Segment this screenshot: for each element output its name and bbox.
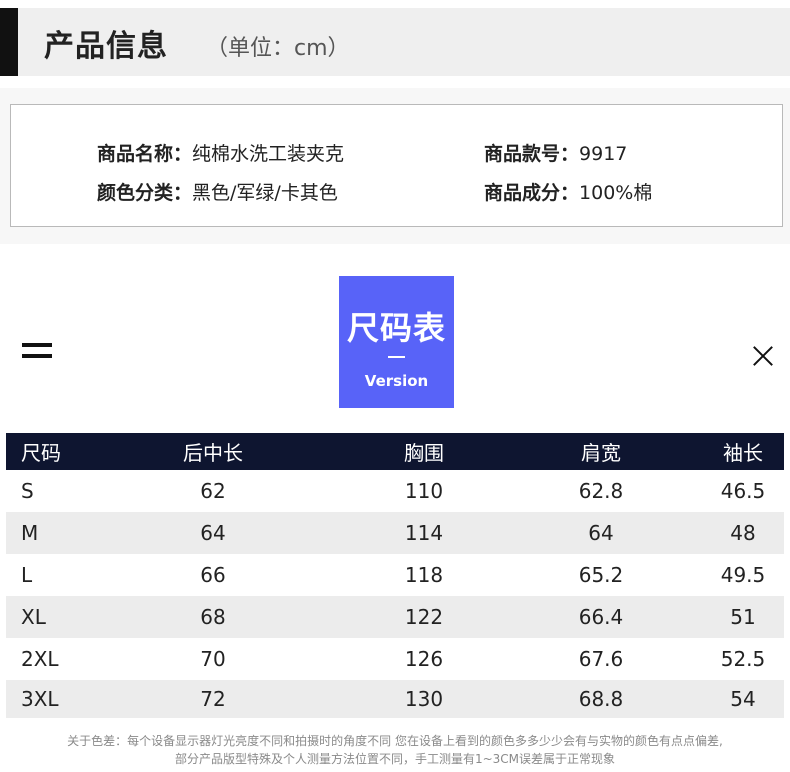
size-chart-badge: 尺码表 Version (339, 276, 454, 408)
measurement-disclaimer-note: 部分产品版型特殊及个人测量方法位置不同，手工测量有1~3CM误差属于正常现象 (174, 752, 616, 766)
material-row: 商品成分：100%棉 (484, 178, 652, 205)
cell-sleeve: 49.5 (720, 563, 766, 587)
cell-shoulder: 67.6 (578, 647, 624, 671)
table-row: S 62 110 62.8 46.5 (6, 470, 784, 512)
unit-label: （单位：cm） (206, 36, 350, 61)
cell-shoulder: 65.2 (578, 563, 624, 587)
cell-shoulder: 64 (500, 512, 702, 554)
cell-back-length: 70 (200, 647, 226, 671)
header-shoulder: 肩宽 (500, 433, 702, 470)
size-table-header: 尺码 后中长 胸围 肩宽 袖长 (6, 433, 784, 470)
cell-chest: 114 (348, 512, 500, 554)
cell-size: XL (6, 596, 78, 638)
cell-back-length: 72 (78, 680, 348, 718)
header-accent-bar (0, 8, 18, 76)
cell-chest: 118 (404, 563, 444, 587)
section-title: 产品信息 (44, 29, 168, 64)
product-name-row: 商品名称：纯棉水洗工装夹克 (97, 139, 344, 166)
table-row: M 64 114 64 48 (6, 512, 784, 554)
cell-sleeve: 52.5 (720, 647, 766, 671)
cell-chest: 126 (404, 647, 444, 671)
cell-chest: 122 (348, 596, 500, 638)
cell-sleeve: 51 (702, 596, 784, 638)
cell-sleeve: 54 (702, 680, 784, 718)
material-value: 100%棉 (579, 182, 653, 204)
header-back-length: 后中长 (78, 433, 348, 470)
header-size: 尺码 (6, 433, 78, 470)
color-label: 颜色分类： (97, 182, 193, 204)
cell-sleeve: 48 (702, 512, 784, 554)
cell-chest: 110 (404, 479, 444, 503)
cell-back-length: 66 (200, 563, 226, 587)
badge-divider (388, 356, 405, 358)
cell-size: 2XL (21, 647, 59, 671)
cell-size: M (6, 512, 78, 554)
table-row: 2XL 70 126 67.6 52.5 (6, 638, 784, 680)
menu-icon-bar-top (22, 343, 52, 347)
table-row: 3XL 72 130 68.8 54 (6, 680, 784, 718)
cell-chest: 130 (348, 680, 500, 718)
close-icon[interactable] (752, 345, 774, 367)
cell-size: 3XL (6, 680, 78, 718)
color-row: 颜色分类：黑色/军绿/卡其色 (97, 178, 338, 205)
cell-shoulder: 62.8 (578, 479, 624, 503)
cell-size: S (21, 479, 34, 503)
cell-back-length: 64 (78, 512, 348, 554)
header-chest: 胸围 (348, 433, 500, 470)
cell-size: L (21, 563, 33, 587)
header-sleeve: 袖长 (702, 433, 784, 470)
product-info-box: 商品名称：纯棉水洗工装夹克 商品款号：9917 颜色分类：黑色/军绿/卡其色 商… (10, 104, 783, 227)
cell-shoulder: 66.4 (500, 596, 702, 638)
table-row: L 66 118 65.2 49.5 (6, 554, 784, 596)
table-row: XL 68 122 66.4 51 (6, 596, 784, 638)
product-name-label: 商品名称： (97, 143, 193, 165)
color-value: 黑色/军绿/卡其色 (192, 182, 338, 204)
product-info-panel: 商品名称：纯棉水洗工装夹克 商品款号：9917 颜色分类：黑色/军绿/卡其色 商… (0, 88, 790, 244)
cell-back-length: 62 (200, 479, 226, 503)
style-number-value: 9917 (579, 143, 628, 165)
badge-title: 尺码表 (346, 309, 446, 347)
color-disclaimer-note: 关于色差：每个设备显示器灯光亮度不同和拍摄时的角度不同 您在设备上看到的颜色多多… (67, 734, 723, 748)
style-number-row: 商品款号：9917 (484, 139, 627, 166)
product-info-header: 产品信息 （单位：cm） (0, 8, 790, 76)
material-label: 商品成分： (484, 182, 580, 204)
product-name-value: 纯棉水洗工装夹克 (192, 143, 345, 165)
badge-subtitle: Version (364, 372, 429, 390)
size-table: 尺码 后中长 胸围 肩宽 袖长 S 62 110 62.8 46.5 M 64 … (6, 433, 784, 718)
cell-sleeve: 46.5 (720, 479, 766, 503)
menu-icon[interactable] (22, 343, 52, 362)
cell-shoulder: 68.8 (500, 680, 702, 718)
style-number-label: 商品款号： (484, 143, 580, 165)
cell-back-length: 68 (78, 596, 348, 638)
menu-icon-bar-bottom (22, 354, 52, 358)
